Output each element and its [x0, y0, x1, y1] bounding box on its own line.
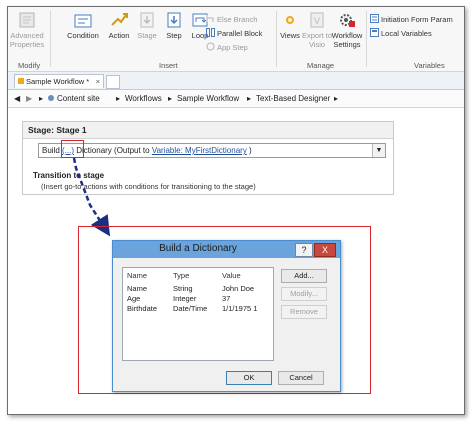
- action-label: Action: [108, 31, 130, 40]
- row-value-cell[interactable]: 37: [222, 294, 230, 303]
- app-step-label: App Step: [217, 43, 248, 52]
- visio-icon: V: [307, 11, 327, 29]
- manage-group-label: Manage: [307, 61, 335, 70]
- variables-group-label: Variables: [414, 61, 445, 70]
- home-icon: [48, 90, 54, 107]
- breadcrumb-item[interactable]: Workflows: [125, 90, 162, 107]
- else-branch-button[interactable]: Else Branch: [206, 14, 257, 26]
- tab-sample-workflow[interactable]: Sample Workflow * ×: [14, 74, 104, 88]
- initiation-form-param-button[interactable]: Initiation Form Param: [370, 14, 453, 26]
- new-tab-icon[interactable]: [106, 75, 120, 89]
- workflow-settings-button[interactable]: Workflow Settings: [328, 11, 366, 49]
- breadcrumb-item[interactable]: Content site: [57, 90, 100, 107]
- dialog-titlebar: Build a Dictionary ? X: [113, 241, 340, 258]
- close-button[interactable]: X: [314, 243, 336, 257]
- form-icon: [370, 14, 379, 23]
- stage-icon: [137, 11, 157, 29]
- workflow-icon: [18, 78, 24, 84]
- condition-button[interactable]: Condition: [64, 11, 102, 40]
- row-type-cell[interactable]: String: [173, 284, 193, 293]
- forward-arrow-icon[interactable]: ▶: [26, 90, 32, 107]
- breadcrumb-separator-icon: ▸: [334, 94, 339, 103]
- back-arrow-icon[interactable]: ◀: [14, 90, 20, 107]
- step-label: Step: [166, 31, 182, 40]
- row-type-cell[interactable]: Date/Time: [173, 304, 207, 313]
- designer-canvas: Stage: Stage 1 Build (...) Dictionary (O…: [8, 108, 464, 414]
- breadcrumb-separator-icon: ▸: [116, 94, 121, 103]
- parallel-block-label: Parallel Block: [217, 29, 263, 38]
- modify-button[interactable]: Modify...: [281, 287, 327, 301]
- breadcrumb-separator-icon: ▸: [247, 94, 252, 103]
- ribbon: Advanced Properties Modify Condition Act…: [8, 7, 464, 72]
- designer-window: Advanced Properties Modify Condition Act…: [7, 6, 465, 415]
- condition-label: Condition: [67, 31, 99, 40]
- stage-label: Stage: [137, 31, 157, 40]
- app-step-icon: [206, 42, 215, 51]
- row-name-cell[interactable]: Name: [127, 284, 147, 293]
- svg-text:V: V: [314, 16, 320, 26]
- views-icon: [280, 11, 300, 29]
- action-icon: [109, 11, 129, 29]
- app-step-button[interactable]: App Step: [206, 42, 248, 54]
- parallel-block-icon: [206, 28, 215, 37]
- dialog-title: Build a Dictionary: [159, 243, 237, 254]
- advanced-properties-label: Advanced Properties: [9, 31, 45, 49]
- cancel-button[interactable]: Cancel: [278, 371, 324, 385]
- group-divider: [50, 11, 51, 67]
- breadcrumb-separator-icon: ▸: [39, 94, 44, 103]
- views-label: Views: [280, 31, 300, 40]
- row-value-cell[interactable]: John Doe: [222, 284, 254, 293]
- breadcrumb-separator-icon: ▸: [168, 94, 173, 103]
- initiation-form-param-label: Initiation Form Param: [381, 15, 453, 24]
- breadcrumb-item[interactable]: Sample Workflow: [177, 90, 239, 107]
- document-tabs: Sample Workflow * ×: [8, 72, 464, 90]
- else-branch-icon: [206, 14, 215, 23]
- ok-button[interactable]: OK: [226, 371, 272, 385]
- dictionary-list[interactable]: Name Type Value Name String John Doe Age…: [122, 267, 274, 361]
- group-divider: [366, 11, 367, 67]
- insert-group-label: Insert: [159, 61, 178, 70]
- else-branch-label: Else Branch: [217, 15, 258, 24]
- column-header-value[interactable]: Value: [222, 271, 241, 280]
- breadcrumb: ◀ ▶ ▸ Content site ▸ Workflows ▸ Sample …: [8, 90, 464, 108]
- parallel-block-button[interactable]: Parallel Block: [206, 28, 262, 40]
- workflow-settings-label: Workflow Settings: [331, 31, 363, 49]
- properties-icon: [17, 11, 37, 29]
- condition-icon: [73, 11, 93, 29]
- local-variables-label: Local Variables: [381, 29, 432, 38]
- row-name-cell[interactable]: Age: [127, 294, 140, 303]
- tab-close-icon[interactable]: ×: [96, 75, 100, 89]
- remove-button[interactable]: Remove: [281, 305, 327, 319]
- column-header-name[interactable]: Name: [127, 271, 147, 280]
- local-variables-button[interactable]: Local Variables: [370, 28, 432, 40]
- breadcrumb-item[interactable]: Text-Based Designer: [256, 90, 330, 107]
- add-button[interactable]: Add...: [281, 269, 327, 283]
- variables-icon: [370, 28, 379, 37]
- modify-group-label: Modify: [18, 61, 41, 70]
- help-button[interactable]: ?: [295, 243, 313, 257]
- tab-label: Sample Workflow *: [26, 77, 90, 86]
- row-type-cell[interactable]: Integer: [173, 294, 196, 303]
- advanced-properties-button[interactable]: Advanced Properties: [8, 11, 46, 49]
- column-header-type[interactable]: Type: [173, 271, 189, 280]
- gear-icon: [337, 11, 357, 29]
- row-name-cell[interactable]: Birthdate: [127, 304, 157, 313]
- build-dictionary-dialog: Build a Dictionary ? X Name Type Value N…: [112, 240, 341, 392]
- row-value-cell[interactable]: 1/1/1975 1: [222, 304, 257, 313]
